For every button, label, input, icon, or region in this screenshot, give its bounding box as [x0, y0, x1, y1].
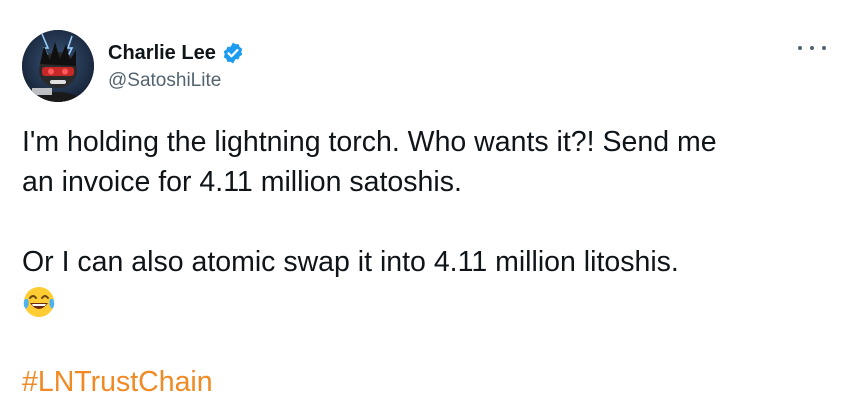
face-with-tears-of-joy-icon [22, 285, 56, 319]
tweet-text-line: Or I can also atomic swap it into 4.11 m… [22, 246, 679, 278]
avatar-image [22, 30, 94, 102]
dot-icon [798, 46, 802, 50]
avatar[interactable] [22, 30, 94, 102]
author-names: Charlie Lee @SatoshiLite [108, 40, 245, 92]
verified-badge-icon [221, 41, 245, 65]
tweet-text: I'm holding the lightning torch. Who wan… [22, 122, 832, 402]
hashtag-link[interactable]: #LNTrustChain [22, 362, 832, 402]
tweet-card: Charlie Lee @SatoshiLite I'm holding the… [0, 0, 850, 415]
author-display-name[interactable]: Charlie Lee [108, 42, 216, 65]
tweet-header: Charlie Lee @SatoshiLite [22, 30, 245, 102]
dot-icon [822, 46, 826, 50]
dot-icon [810, 46, 814, 50]
emoji-line [22, 282, 832, 322]
name-row: Charlie Lee [108, 40, 245, 66]
tweet-text-line: I'm holding the lightning torch. Who wan… [22, 126, 717, 158]
more-options-icon[interactable] [798, 38, 826, 58]
tweet-text-line: an invoice for 4.11 million satoshis. [22, 166, 462, 198]
author-handle[interactable]: @SatoshiLite [108, 70, 245, 92]
